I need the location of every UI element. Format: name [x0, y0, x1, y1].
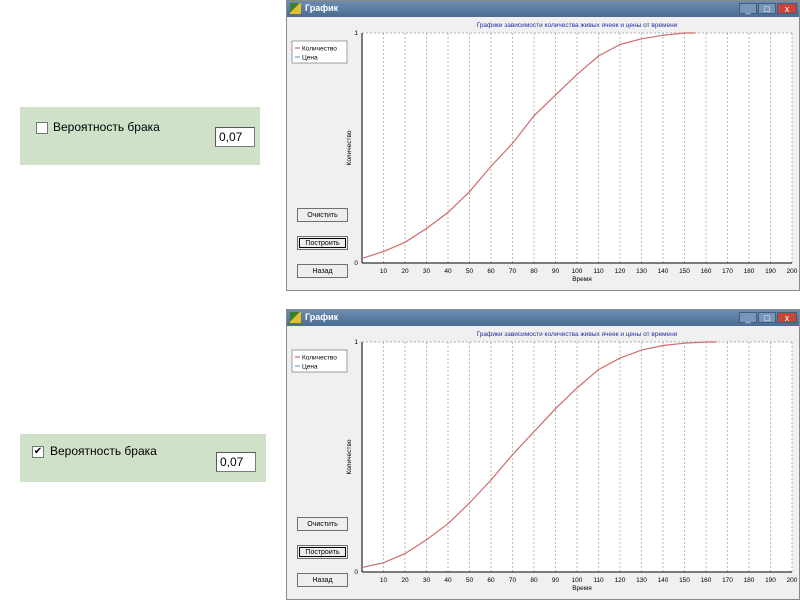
- close-button[interactable]: x: [777, 312, 797, 323]
- x-tick-label: 150: [679, 268, 690, 275]
- x-tick-label: 50: [466, 577, 474, 584]
- x-tick-label: 140: [658, 577, 669, 584]
- x-tick-label: 70: [509, 577, 517, 584]
- x-tick-label: 150: [679, 577, 690, 584]
- y-axis-label: Количество: [346, 439, 353, 474]
- x-tick-label: 180: [744, 268, 755, 275]
- x-tick-label: 30: [423, 577, 431, 584]
- chart: 10 20 30 40 50 60 70 80 90 100 110 120 130 140 150 160 1…: [291, 22, 798, 283]
- window-title: График: [305, 312, 339, 322]
- legend-label: Цена: [302, 55, 318, 62]
- defect-probability-checkbox[interactable]: ✔: [32, 446, 44, 458]
- chart-title: Графики зависимости количества живых яче…: [477, 331, 678, 338]
- x-tick-label: 170: [722, 268, 733, 275]
- y-tick-label: 1: [354, 339, 358, 346]
- x-axis-label: Время: [572, 585, 592, 592]
- x-tick-label: 90: [552, 577, 560, 584]
- defect-probability-panel: Вероятность брака 0,07: [20, 107, 260, 165]
- y-tick-label: 0: [354, 260, 358, 267]
- defect-probability-label: Вероятность брака: [53, 120, 160, 134]
- x-tick-label: 80: [530, 268, 538, 275]
- defect-probability-label: Вероятность брака: [50, 444, 157, 458]
- build-button[interactable]: Построить: [297, 545, 348, 559]
- maximize-button[interactable]: □: [758, 3, 776, 14]
- plot-area: [362, 342, 792, 572]
- back-button[interactable]: Назад: [297, 573, 348, 587]
- x-tick-label: 60: [487, 268, 495, 275]
- close-button[interactable]: x: [777, 3, 797, 14]
- x-tick-label: 160: [701, 577, 712, 584]
- x-tick-label: 10: [380, 268, 388, 275]
- clear-button[interactable]: Очистить: [297, 208, 348, 222]
- x-tick-label: 110: [593, 268, 604, 275]
- window-title: График: [305, 3, 339, 13]
- build-button[interactable]: Построить: [297, 236, 348, 250]
- x-tick-label: 100: [572, 577, 583, 584]
- x-tick-label: 40: [444, 268, 452, 275]
- chart-window: График _ □ x 10 20 30 40 50 60 70 80 90 100 110 120…: [286, 309, 800, 600]
- x-tick-label: 140: [658, 268, 669, 275]
- x-tick-label: 20: [401, 268, 409, 275]
- legend-label: Количество: [302, 355, 337, 362]
- x-tick-label: 120: [615, 268, 626, 275]
- back-button[interactable]: Назад: [297, 264, 348, 278]
- chart: 10 20 30 40 50 60 70 80 90 100 110 120 130 140 150 160 1…: [291, 331, 798, 592]
- defect-probability-panel: ✔ Вероятность брака 0,07: [20, 434, 266, 482]
- defect-probability-input[interactable]: 0,07: [216, 452, 256, 472]
- x-tick-label: 110: [593, 577, 604, 584]
- clear-button[interactable]: Очистить: [297, 517, 348, 531]
- legend-label: Количество: [302, 46, 337, 53]
- x-tick-label: 120: [615, 577, 626, 584]
- defect-probability-checkbox[interactable]: [36, 122, 48, 134]
- defect-probability-input[interactable]: 0,07: [215, 127, 255, 147]
- legend-label: Цена: [302, 364, 318, 371]
- x-tick-label: 40: [444, 577, 452, 584]
- title-bar[interactable]: График _ □ x: [287, 1, 799, 17]
- x-tick-label: 130: [636, 577, 647, 584]
- x-tick-label: 80: [530, 577, 538, 584]
- minimize-button[interactable]: _: [739, 3, 757, 14]
- x-tick-label: 20: [401, 577, 409, 584]
- minimize-button[interactable]: _: [739, 312, 757, 323]
- x-tick-label: 130: [636, 268, 647, 275]
- app-icon: [290, 312, 301, 323]
- chart-title: Графики зависимости количества живых яче…: [477, 22, 678, 29]
- x-tick-label: 180: [744, 577, 755, 584]
- chart-window: График _ □ x 10 20 30 40 50 60 70 80 90 100 110 120…: [286, 0, 800, 291]
- maximize-button[interactable]: □: [758, 312, 776, 323]
- x-tick-label: 200: [787, 577, 798, 584]
- title-bar[interactable]: График _ □ x: [287, 310, 799, 326]
- app-icon: [290, 3, 301, 14]
- x-tick-label: 10: [380, 577, 388, 584]
- x-axis-label: Время: [572, 276, 592, 283]
- x-tick-label: 160: [701, 268, 712, 275]
- x-tick-label: 70: [509, 268, 517, 275]
- x-tick-label: 170: [722, 577, 733, 584]
- x-tick-label: 200: [787, 268, 798, 275]
- y-axis-label: Количество: [346, 130, 353, 165]
- x-tick-label: 60: [487, 577, 495, 584]
- y-tick-label: 0: [354, 569, 358, 576]
- x-tick-label: 90: [552, 268, 560, 275]
- x-tick-label: 190: [765, 577, 776, 584]
- x-tick-label: 50: [466, 268, 474, 275]
- x-tick-label: 100: [572, 268, 583, 275]
- x-tick-label: 30: [423, 268, 431, 275]
- x-tick-label: 190: [765, 268, 776, 275]
- y-tick-label: 1: [354, 30, 358, 37]
